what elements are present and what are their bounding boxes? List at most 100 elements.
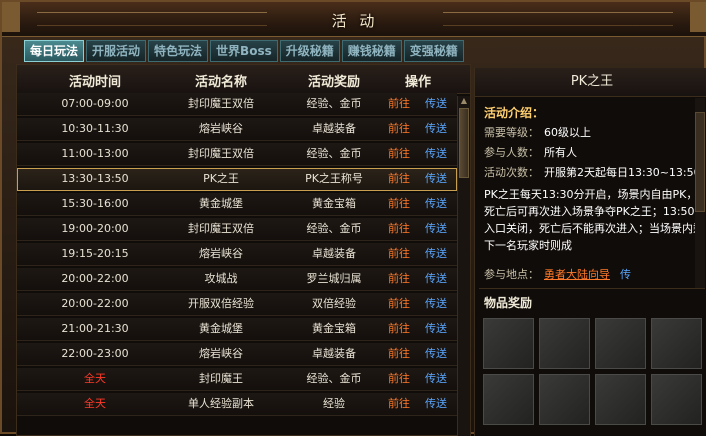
table-row[interactable]: 全天 封印魔王 经验、金币 前往 传送 <box>17 368 457 391</box>
location-label: 参与地点： <box>484 268 539 281</box>
table-row[interactable]: 19:00-20:00 封印魔王双倍 经验、金币 前往 传送 <box>17 218 457 241</box>
table-row[interactable]: 20:00-22:00 开服双倍经验 双倍经验 前往 传送 <box>17 293 457 316</box>
detail-title: PK之王 <box>475 68 706 97</box>
goto-link[interactable]: 前往 <box>385 343 413 365</box>
goto-link[interactable]: 前往 <box>385 218 413 240</box>
name-cell: 熔岩峡谷 <box>199 347 243 360</box>
reward-cell: 经验、金币 <box>306 97 362 110</box>
header-time: 活动时间 <box>68 75 121 90</box>
reward-cell: 卓越装备 <box>312 247 356 260</box>
rewards-title: 物品奖励 <box>484 296 533 310</box>
time-cell: 21:00-21:30 <box>61 322 129 335</box>
goto-link[interactable]: 前往 <box>385 368 413 390</box>
participants: 参与人数： 所有人 <box>484 144 577 160</box>
name-cell: 封印魔王双倍 <box>188 222 254 235</box>
schedule-panel: 活动时间 活动名称 活动奖励 操作 07:00-09:00 封印魔王双倍 经验、金币… <box>16 64 471 436</box>
time-cell: 19:15-20:15 <box>61 247 129 260</box>
time-cell: 10:30-11:30 <box>61 122 129 135</box>
teleport-link[interactable]: 传送 <box>422 193 450 215</box>
teleport-link[interactable]: 传送 <box>422 293 450 315</box>
people-value: 所有人 <box>544 146 577 159</box>
goto-link[interactable]: 前往 <box>385 243 413 265</box>
tab-5[interactable]: 赚钱秘籍 <box>341 40 402 62</box>
time-cell: 22:00-23:00 <box>61 347 129 360</box>
reward-slot[interactable] <box>651 374 702 425</box>
table-row[interactable]: 07:00-09:00 封印魔王双倍 经验、金币 前往 传送 <box>17 93 457 116</box>
table-row[interactable]: 15:30-16:00 黄金城堡 黄金宝箱 前往 传送 <box>17 193 457 216</box>
table-row[interactable]: 11:00-13:00 封印魔王双倍 经验、金币 前往 传送 <box>17 143 457 166</box>
location-teleport-link[interactable]: 传 <box>620 268 631 281</box>
teleport-link[interactable]: 传送 <box>422 218 450 240</box>
table-row[interactable]: 20:00-22:00 攻城战 罗兰城归属 前往 传送 <box>17 268 457 291</box>
activity-tabs: 每日玩法 开服活动 特色玩法 世界Boss 升级秘籍 赚钱秘籍 变强秘籍 <box>24 40 464 62</box>
reward-cell: 双倍经验 <box>312 297 356 310</box>
teleport-link[interactable]: 传送 <box>422 143 450 165</box>
reward-cell: 经验、金币 <box>306 222 362 235</box>
detail-scroll-thumb[interactable] <box>695 112 705 212</box>
goto-link[interactable]: 前往 <box>385 393 413 415</box>
reward-slot[interactable] <box>595 374 646 425</box>
teleport-link[interactable]: 传送 <box>422 168 450 190</box>
time-cell: 11:00-13:00 <box>61 147 129 160</box>
title-bar: 活 动 <box>2 2 706 37</box>
reward-slot[interactable] <box>539 374 590 425</box>
goto-link[interactable]: 前往 <box>385 318 413 340</box>
tab-4[interactable]: 升级秘籍 <box>279 40 340 62</box>
goto-link[interactable]: 前往 <box>385 168 413 190</box>
reward-cell: 卓越装备 <box>312 347 356 360</box>
scroll-up-arrow-icon[interactable]: ▲ <box>459 96 469 106</box>
time-cell: 全天 <box>84 372 106 385</box>
teleport-link[interactable]: 传送 <box>422 343 450 365</box>
reward-slot[interactable] <box>483 318 534 369</box>
teleport-link[interactable]: 传送 <box>422 118 450 140</box>
divider <box>479 288 705 289</box>
table-row[interactable]: 19:15-20:15 熔岩峡谷 卓越装备 前往 传送 <box>17 243 457 266</box>
reward-cell: 经验、金币 <box>306 372 362 385</box>
location-link[interactable]: 勇者大陆向导 <box>544 268 610 281</box>
time-cell: 19:00-20:00 <box>61 222 129 235</box>
table-row[interactable]: 全天 单人经验副本 经验 前往 传送 <box>17 393 457 416</box>
goto-link[interactable]: 前往 <box>385 143 413 165</box>
tab-0[interactable]: 每日玩法 <box>24 40 85 62</box>
table-row[interactable]: 13:30-13:50 PK之王 PK之王称号 前往 传送 <box>17 168 457 191</box>
reward-slot[interactable] <box>539 318 590 369</box>
teleport-link[interactable]: 传送 <box>422 268 450 290</box>
teleport-link[interactable]: 传送 <box>422 93 450 115</box>
goto-link[interactable]: 前往 <box>385 193 413 215</box>
teleport-link[interactable]: 传送 <box>422 393 450 415</box>
goto-link[interactable]: 前往 <box>385 268 413 290</box>
tab-3[interactable]: 世界Boss <box>210 40 278 62</box>
tab-2[interactable]: 特色玩法 <box>148 40 209 62</box>
table-row[interactable]: 21:00-21:30 黄金城堡 黄金宝箱 前往 传送 <box>17 318 457 341</box>
goto-link[interactable]: 前往 <box>385 293 413 315</box>
name-cell: 熔岩峡谷 <box>199 122 243 135</box>
time-cell: 07:00-09:00 <box>61 97 129 110</box>
title-ornament-right <box>443 12 673 26</box>
reward-cell: 黄金宝箱 <box>312 197 356 210</box>
table-row[interactable]: 10:30-11:30 熔岩峡谷 卓越装备 前往 传送 <box>17 118 457 141</box>
schedule-scrollbar[interactable]: ▲ <box>457 96 470 436</box>
reward-slot[interactable] <box>651 318 702 369</box>
name-cell: 单人经验副本 <box>188 397 254 410</box>
tab-1[interactable]: 开服活动 <box>86 40 147 62</box>
reward-slot[interactable] <box>595 318 646 369</box>
reward-slot[interactable] <box>483 374 534 425</box>
header-name: 活动名称 <box>194 75 247 90</box>
name-cell: 封印魔王 <box>199 372 243 385</box>
name-cell: 黄金城堡 <box>199 322 243 335</box>
title-corner-ornament <box>690 2 706 32</box>
time-cell: 15:30-16:00 <box>61 197 129 210</box>
count-label: 活动次数： <box>484 166 539 179</box>
goto-link[interactable]: 前往 <box>385 118 413 140</box>
teleport-link[interactable]: 传送 <box>422 368 450 390</box>
level-value: 60级以上 <box>544 126 591 139</box>
table-row[interactable]: 22:00-23:00 熔岩峡谷 卓越装备 前往 传送 <box>17 343 457 366</box>
detail-scrollbar[interactable] <box>695 98 705 288</box>
teleport-link[interactable]: 传送 <box>422 318 450 340</box>
teleport-link[interactable]: 传送 <box>422 243 450 265</box>
scroll-thumb[interactable] <box>459 108 469 178</box>
activity-count: 活动次数： 开服第2天起每日13:30~13:50 <box>484 164 701 180</box>
tab-6[interactable]: 变强秘籍 <box>403 40 464 62</box>
reward-cell: 黄金宝箱 <box>312 322 356 335</box>
goto-link[interactable]: 前往 <box>385 93 413 115</box>
